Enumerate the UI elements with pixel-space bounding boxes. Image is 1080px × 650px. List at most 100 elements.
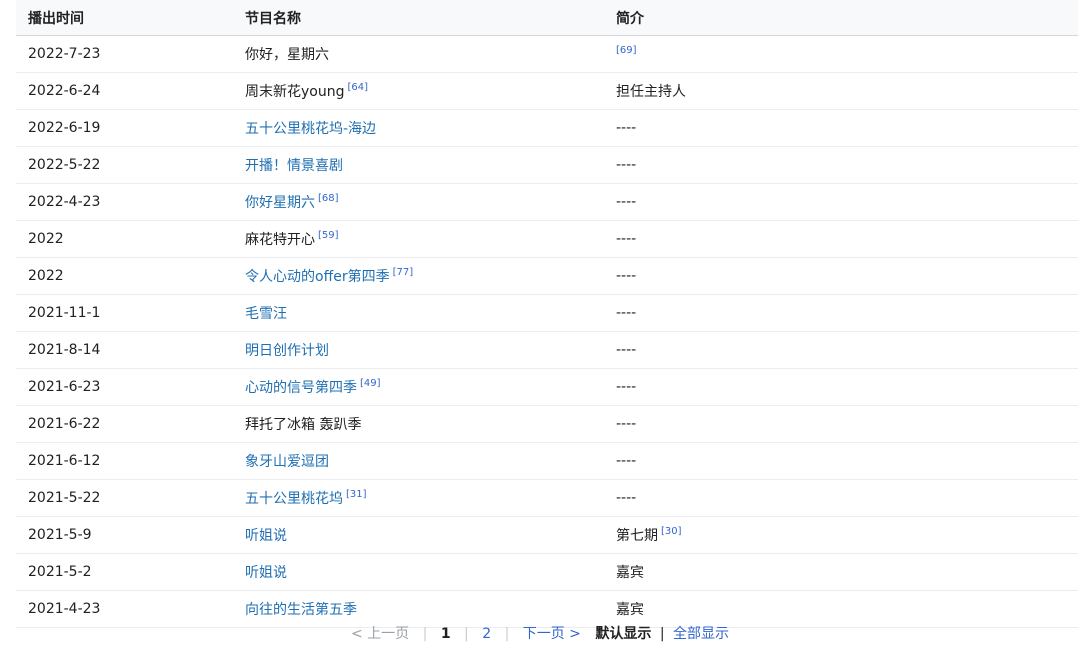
- reference-link[interactable]: [31]: [346, 489, 367, 500]
- cell-program: 你好星期六 [68]: [233, 183, 604, 221]
- header-description[interactable]: 简介: [604, 0, 1078, 36]
- cell-program: 周末新花young [64]: [233, 72, 604, 110]
- description-text: ----: [616, 268, 637, 284]
- cell-description: ----: [604, 442, 1078, 480]
- description-text: ----: [616, 157, 637, 173]
- table-row: 2022-4-23 你好星期六 [68] ----: [16, 183, 1078, 221]
- program-link[interactable]: 令人心动的offer第四季: [245, 269, 390, 285]
- description-text: ----: [616, 120, 637, 136]
- description-text: ----: [616, 379, 637, 395]
- program-link[interactable]: 心动的信号第四季: [245, 380, 357, 396]
- cell-date: 2022-6-19: [16, 109, 233, 147]
- description-text: ----: [616, 453, 637, 469]
- program-link[interactable]: 象牙山爱逗团: [245, 454, 329, 470]
- table-row: 2022-5-22 开播！情景喜剧 ----: [16, 146, 1078, 184]
- next-page-link[interactable]: 下一页 >: [523, 626, 581, 642]
- cell-date: 2021-6-22: [16, 405, 233, 443]
- cell-date: 2022-5-22: [16, 146, 233, 184]
- page-1-current: 1: [440, 626, 451, 642]
- cell-description: ----: [604, 146, 1078, 184]
- cell-date: 2021-11-1: [16, 294, 233, 332]
- cell-description: 嘉宾: [604, 553, 1078, 591]
- cell-program: 你好，星期六: [233, 35, 604, 73]
- reference-link[interactable]: [69]: [616, 45, 637, 56]
- table-row: 2021-11-1 毛雪汪 ----: [16, 294, 1078, 332]
- program-link[interactable]: 毛雪汪: [245, 306, 287, 322]
- cell-date: 2022-6-24: [16, 72, 233, 110]
- program-link[interactable]: 听姐说: [245, 528, 287, 544]
- cell-date: 2021-5-22: [16, 479, 233, 517]
- page: 播出时间 节目名称 简介 2022-7-23 你好，星期六 [69] 2022-6-2…: [0, 0, 1080, 650]
- table-row: 2022-7-23 你好，星期六 [69]: [16, 35, 1078, 73]
- reference-link[interactable]: [68]: [318, 193, 339, 204]
- cell-program: 明日创作计划: [233, 331, 604, 369]
- cell-program: 令人心动的offer第四季 [77]: [233, 257, 604, 295]
- description-text: 嘉宾: [616, 602, 644, 618]
- cell-program: 拜托了冰箱 轰趴季: [233, 405, 604, 443]
- program-name: 拜托了冰箱 轰趴季: [245, 417, 362, 433]
- default-view-label: 默认显示: [595, 626, 652, 642]
- table-row: 2022 令人心动的offer第四季 [77] ----: [16, 257, 1078, 295]
- pagination: < 上一页 | 1 | 2 | 下一页 > 默认显示 | 全部显示: [0, 619, 1080, 649]
- cell-description: ----: [604, 405, 1078, 443]
- cell-description: ----: [604, 220, 1078, 258]
- cell-description: ----: [604, 257, 1078, 295]
- program-link[interactable]: 明日创作计划: [245, 343, 329, 359]
- cell-description: 担任主持人: [604, 72, 1078, 110]
- description-text: 嘉宾: [616, 565, 644, 581]
- cell-description: ----: [604, 479, 1078, 517]
- program-name: 麻花特开心: [245, 232, 315, 248]
- cell-description: ----: [604, 368, 1078, 406]
- program-name: 你好，星期六: [245, 47, 329, 63]
- description-text: ----: [616, 231, 637, 247]
- cell-date: 2021-6-23: [16, 368, 233, 406]
- description-text: ----: [616, 416, 637, 432]
- table-row: 2022 麻花特开心 [59] ----: [16, 220, 1078, 258]
- cell-program: 五十公里桃花坞 [31]: [233, 479, 604, 517]
- cell-program: 听姐说: [233, 516, 604, 554]
- program-link[interactable]: 向往的生活第五季: [245, 602, 357, 618]
- cell-program: 听姐说: [233, 553, 604, 591]
- program-table: 播出时间 节目名称 简介 2022-7-23 你好，星期六 [69] 2022-6-2…: [16, 0, 1078, 628]
- description-text: ----: [616, 342, 637, 358]
- page-2-link[interactable]: 2: [482, 626, 491, 642]
- cell-program: 毛雪汪: [233, 294, 604, 332]
- program-link[interactable]: 听姐说: [245, 565, 287, 581]
- reference-link[interactable]: [49]: [360, 378, 381, 389]
- program-link[interactable]: 五十公里桃花坞-海边: [245, 121, 376, 137]
- description-text: 担任主持人: [616, 84, 686, 100]
- header-program[interactable]: 节目名称: [233, 0, 604, 36]
- prev-page-disabled: < 上一页: [351, 626, 410, 642]
- pager-separator: |: [422, 626, 428, 642]
- cell-description: [69]: [604, 35, 1078, 73]
- cell-program: 麻花特开心 [59]: [233, 220, 604, 258]
- reference-link[interactable]: [30]: [661, 526, 682, 537]
- program-link[interactable]: 你好星期六: [245, 195, 315, 211]
- table-row: 2021-5-9 听姐说 第七期 [30]: [16, 516, 1078, 554]
- show-all-link[interactable]: 全部显示: [673, 626, 729, 642]
- cell-date: 2021-5-2: [16, 553, 233, 591]
- header-date[interactable]: 播出时间: [16, 0, 233, 36]
- program-link[interactable]: 开播！情景喜剧: [245, 158, 343, 174]
- table-row: 2021-5-22 五十公里桃花坞 [31] ----: [16, 479, 1078, 517]
- cell-date: 2022: [16, 257, 233, 295]
- cell-description: ----: [604, 183, 1078, 221]
- cell-program: 五十公里桃花坞-海边: [233, 109, 604, 147]
- table-body: 2022-7-23 你好，星期六 [69] 2022-6-24 周末新花young [64…: [16, 35, 1078, 628]
- pager-separator: |: [504, 626, 510, 642]
- table-row: 2021-8-14 明日创作计划 ----: [16, 331, 1078, 369]
- cell-date: 2022-7-23: [16, 35, 233, 73]
- description-text: ----: [616, 490, 637, 506]
- pager-bar: |: [659, 626, 665, 642]
- cell-description: 第七期 [30]: [604, 516, 1078, 554]
- cell-date: 2021-8-14: [16, 331, 233, 369]
- cell-date: 2021-5-9: [16, 516, 233, 554]
- cell-description: ----: [604, 331, 1078, 369]
- table-row: 2021-5-2 听姐说 嘉宾: [16, 553, 1078, 591]
- program-link[interactable]: 五十公里桃花坞: [245, 491, 343, 507]
- pager-separator: |: [464, 626, 469, 642]
- reference-link[interactable]: [77]: [393, 267, 414, 278]
- reference-link[interactable]: [59]: [318, 230, 339, 241]
- reference-link[interactable]: [64]: [347, 82, 368, 93]
- table-row: 2022-6-24 周末新花young [64] 担任主持人: [16, 72, 1078, 110]
